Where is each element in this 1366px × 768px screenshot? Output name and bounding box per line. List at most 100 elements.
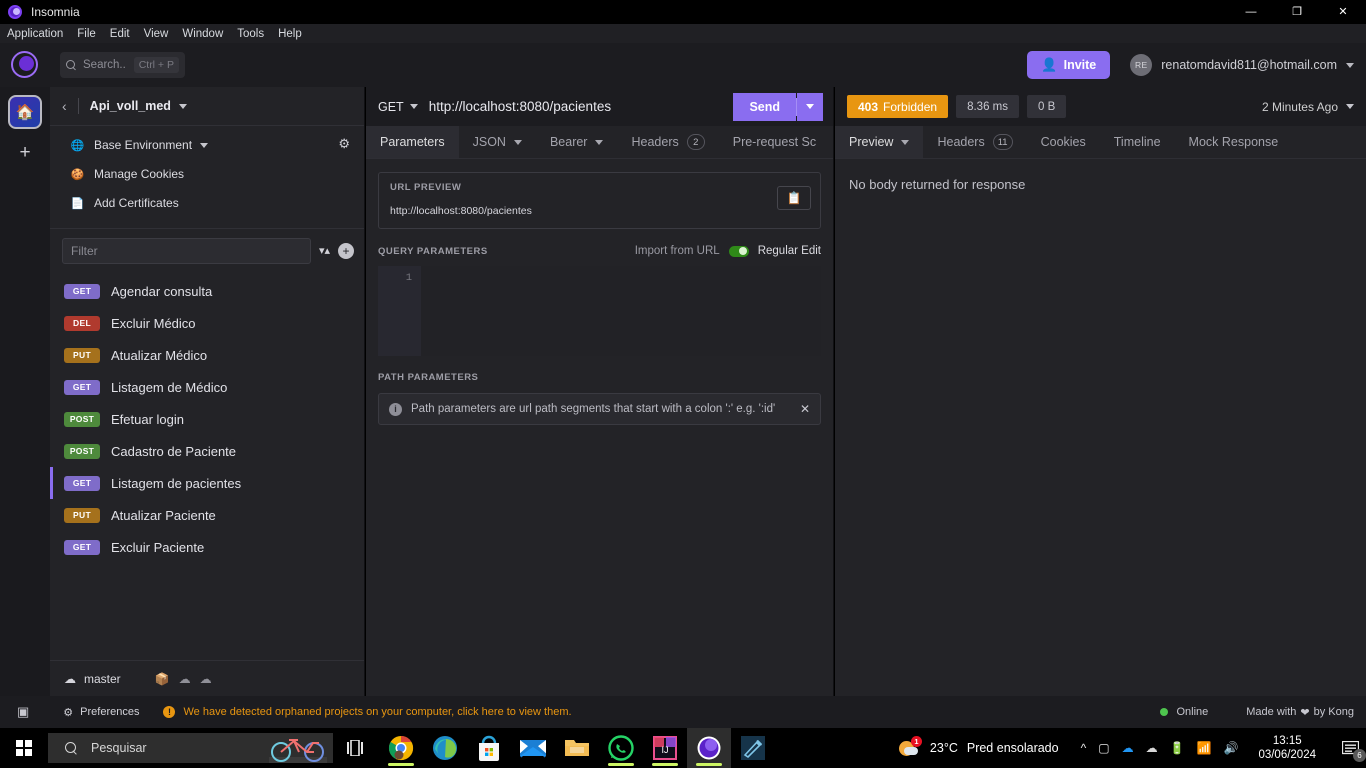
menu-application[interactable]: Application [0,24,70,43]
list-item-selected[interactable]: GET Listagem de pacientes [50,467,364,499]
tab-label: Pre-request Sc [732,135,817,149]
list-item[interactable]: GET Excluir Paciente [50,531,364,563]
cloud-download-icon[interactable]: ☁ [179,672,191,686]
query-parameters-label: QUERY PARAMETERS [378,245,488,257]
method-chevron-down-icon[interactable] [409,104,418,109]
environment-chevron-down-icon[interactable] [200,142,209,148]
start-button[interactable] [0,728,48,768]
tab-bearer-auth[interactable]: Bearer [536,126,618,158]
list-item[interactable]: POST Cadastro de Paciente [50,435,364,467]
tab-headers[interactable]: Headers 2 [617,126,718,158]
cloud-upload-icon[interactable]: ☁ [200,672,212,686]
list-item[interactable]: DEL Excluir Médico [50,307,364,339]
toggle-sidebar-icon[interactable]: ▣ [17,704,29,720]
method-selector[interactable]: GET [378,100,404,114]
menu-help[interactable]: Help [271,24,309,43]
regular-edit-toggle[interactable] [728,245,749,257]
taskbar-app-edge[interactable] [423,728,467,768]
request-name: Listagem de Médico [111,379,228,395]
taskbar-app-microsoft-store[interactable] [467,728,511,768]
show-hidden-icons-chevron-up-icon[interactable]: ^ [1081,741,1087,755]
list-item[interactable]: PUT Atualizar Paciente [50,499,364,531]
package-icon[interactable]: 📦 [155,672,170,686]
tab-mock-response[interactable]: Mock Response [1175,126,1293,158]
project-chevron-down-icon[interactable] [178,103,187,109]
weather-widget[interactable]: 1 23°C Pred ensolarado [898,736,1059,759]
branch-actions: 📦 ☁ ☁ [155,672,212,686]
menu-window[interactable]: Window [175,24,230,43]
url-preview-label: URL PREVIEW [390,182,462,193]
taskbar-app-file-explorer[interactable] [555,728,599,768]
taskbar-clock[interactable]: 13:15 03/06/2024 [1258,734,1316,762]
list-item[interactable]: GET Agendar consulta [50,275,364,307]
tab-pre-request-script[interactable]: Pre-request Sc [719,126,830,158]
taskbar-app-insomnia[interactable] [687,728,731,768]
add-workspace-button[interactable]: + [19,143,30,162]
menu-tools[interactable]: Tools [230,24,271,43]
insomnia-logo-icon[interactable] [10,50,40,80]
taskbar-app-postman[interactable] [731,728,775,768]
close-icon[interactable]: ✕ [800,402,810,416]
list-item[interactable]: PUT Atualizar Médico [50,339,364,371]
orphaned-projects-warning[interactable]: ! We have detected orphaned projects on … [163,706,572,718]
tab-json-body[interactable]: JSON [459,126,536,158]
sort-icon[interactable]: ▾▴ [319,245,330,257]
taskbar-app-chrome[interactable] [379,728,423,768]
onedrive-icon[interactable]: ☁ [1122,741,1134,755]
tab-cookies[interactable]: Cookies [1027,126,1100,158]
method-badge: POST [64,411,100,427]
task-view-button[interactable] [333,728,377,768]
postman-icon [741,736,765,760]
menu-file[interactable]: File [70,24,103,43]
editor-text-area[interactable] [421,266,821,356]
close-button[interactable]: ✕ [1320,0,1366,24]
list-item[interactable]: GET Listagem de Médico [50,371,364,403]
screen-share-icon[interactable]: ▢ [1098,741,1109,755]
import-from-url-button[interactable]: Import from URL [635,245,720,257]
create-request-button[interactable]: + [338,243,354,259]
menu-view[interactable]: View [137,24,176,43]
maximize-button[interactable]: ❐ [1274,0,1320,24]
list-item[interactable]: POST Efetuar login [50,403,364,435]
back-chevron-left-icon[interactable]: ‹ [62,98,67,114]
avatar[interactable]: RE [1130,54,1153,76]
query-parameters-editor[interactable]: 1 [378,266,821,356]
taskbar-app-intellij[interactable]: IJ [643,728,687,768]
tab-timeline[interactable]: Timeline [1100,126,1175,158]
gear-icon[interactable]: ⚙ [338,136,350,152]
made-with-suffix: by Kong [1313,706,1354,718]
sidebar-item-base-environment[interactable]: 🌐 Base Environment [50,134,364,156]
status-badge[interactable]: 403 Forbidden [847,95,949,118]
invite-button[interactable]: 👤 Invite [1027,51,1111,79]
clock-time: 13:15 [1272,735,1302,747]
minimize-button[interactable]: — [1228,0,1274,24]
project-name-label[interactable]: Api_voll_med [90,99,171,113]
global-search-input[interactable]: Search.. Ctrl + P [60,52,185,78]
taskbar-search-input[interactable]: Pesquisar [48,733,333,763]
sidebar-item-manage-cookies[interactable]: 🍪 Manage Cookies [50,163,364,185]
menu-edit[interactable]: Edit [103,24,137,43]
send-options-button[interactable] [797,92,823,121]
home-button[interactable]: 🏠 [8,95,42,129]
notification-center-button[interactable]: 6 [1338,736,1366,762]
tab-response-headers[interactable]: Headers 11 [923,126,1026,158]
send-button[interactable]: Send [733,92,796,121]
copy-icon[interactable]: 📋 [777,186,811,210]
regular-edit-label[interactable]: Regular Edit [758,245,821,257]
response-history-selector[interactable]: 2 Minutes Ago [1262,100,1354,114]
taskbar-app-whatsapp[interactable] [599,728,643,768]
preferences-button[interactable]: ⚙ Preferences [63,706,139,719]
request-name: Agendar consulta [111,283,213,299]
account-chevron-down-icon[interactable] [1346,62,1354,68]
taskbar-app-mail[interactable] [511,728,555,768]
battery-icon[interactable]: 🔋 [1170,741,1185,755]
sidebar-item-add-certificates[interactable]: 📄 Add Certificates [50,192,364,214]
wifi-icon[interactable]: 📶 [1197,741,1212,755]
volume-icon[interactable]: 🔊 [1223,741,1238,755]
url-input[interactable]: http://localhost:8080/pacientes [429,99,734,114]
filter-input[interactable] [62,238,311,264]
tab-parameters[interactable]: Parameters [366,126,459,158]
branch-name-label[interactable]: master [84,672,121,686]
tab-preview[interactable]: Preview [835,126,924,158]
onedrive-personal-icon[interactable]: ☁ [1146,741,1158,755]
